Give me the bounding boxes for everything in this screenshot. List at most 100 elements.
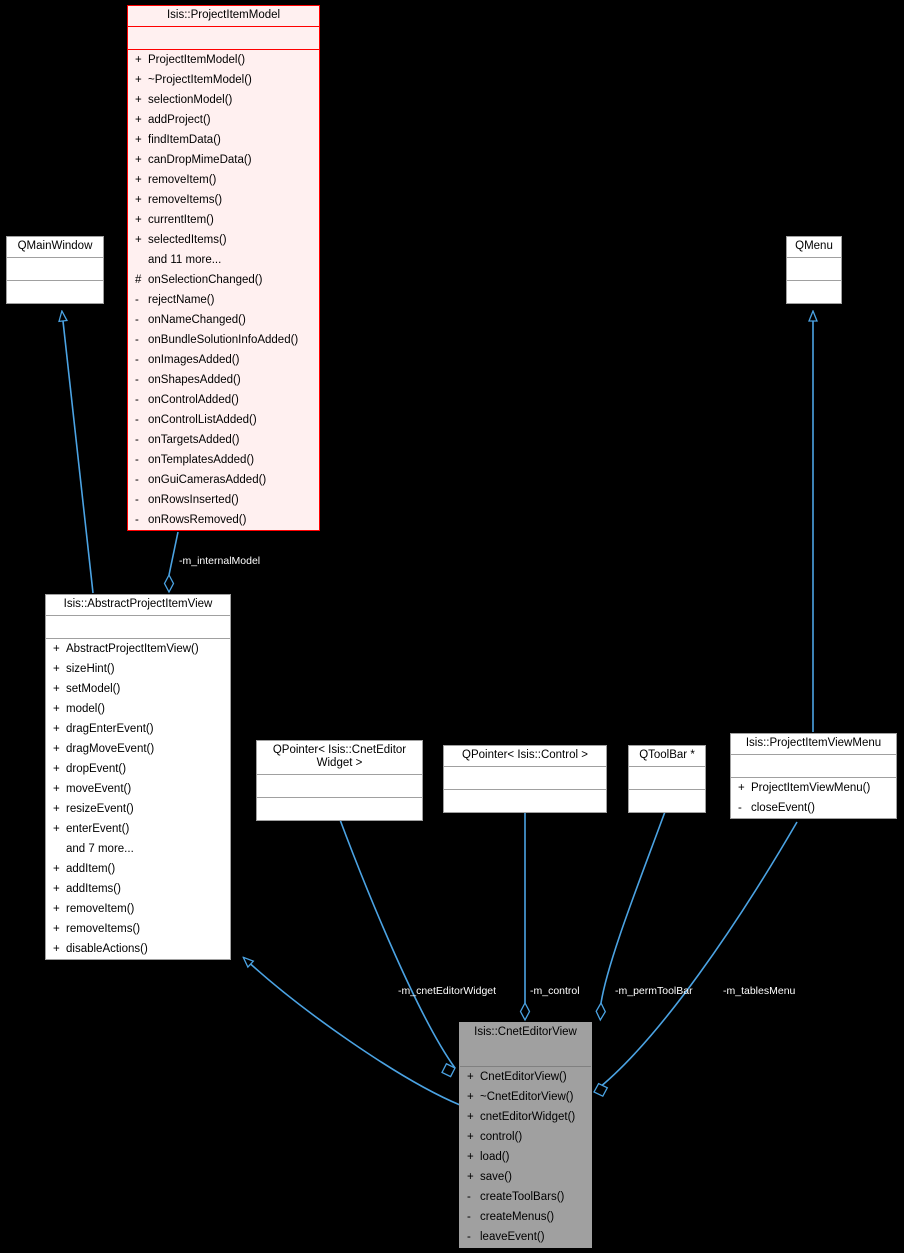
class-operation-row: - onTargetsAdded() [128,430,319,450]
edge-aggr-tables-menu [593,821,798,1098]
operation-name: cnetEditorWidget() [480,1111,576,1123]
edge-aggr-control [519,809,531,1022]
class-operation-row: and 7 more... [46,839,230,859]
class-operation-row: - onRowsInserted() [128,490,319,510]
class-operations-cnet-editor-view: + CnetEditorView() + ~CnetEditorView() + cnet… [460,1067,591,1247]
class-operation-row: + resizeEvent() [46,799,230,819]
operation-name: and 7 more... [66,843,134,855]
class-node-qmainwindow[interactable]: QMainWindow [6,236,104,304]
operation-visibility: - [135,354,139,366]
class-node-qmenu[interactable]: QMenu [786,236,842,304]
operation-name: selectedItems() [148,234,227,246]
operation-name: moveEvent() [66,783,132,795]
edge-inherit-abstract-project-item-view [244,958,461,1106]
operation-visibility: + [467,1151,474,1163]
operation-name: canDropMimeData() [148,154,252,166]
class-operation-row: - onRowsRemoved() [128,510,319,530]
operation-name: setModel() [66,683,121,695]
class-operation-row: + selectionModel() [128,90,319,110]
edge-aggr-cnet-editor-widget [338,816,456,1078]
operation-name: onTargetsAdded() [148,434,240,446]
operation-name: control() [480,1131,523,1143]
class-operation-row: + ~CnetEditorView() [460,1087,591,1107]
operation-name: createMenus() [480,1211,555,1223]
operation-visibility: + [53,943,60,955]
uml-class-diagram: Isis::ProjectItemModel + ProjectItemModel… [0,0,904,1253]
operation-visibility: + [135,174,142,186]
operation-visibility: + [53,763,60,775]
operation-visibility: + [467,1131,474,1143]
operation-visibility: + [53,903,60,915]
operation-visibility: + [467,1111,474,1123]
class-title-cnet-editor-view: Isis::CnetEditorView [460,1023,591,1044]
operation-visibility [53,839,66,859]
operation-visibility: - [135,514,139,526]
operation-visibility: + [53,663,60,675]
operation-visibility: + [53,703,60,715]
operation-visibility: - [738,802,742,814]
class-operation-row: - onBundleSolutionInfoAdded() [128,330,319,350]
class-operation-row: + ProjectItemModel() [128,50,319,70]
operation-name: dragEnterEvent() [66,723,154,735]
class-node-qpointer-cneteditorwidget[interactable]: QPointer< Isis::CnetEditor Widget > [256,740,423,821]
operation-name: ~CnetEditorView() [480,1091,574,1103]
operation-name: findItemData() [148,134,221,146]
class-node-cnet-editor-view[interactable]: Isis::CnetEditorView + CnetEditorView() + ~… [459,1022,592,1248]
operation-name: CnetEditorView() [480,1071,567,1083]
operation-name: disableActions() [66,943,148,955]
operation-name: enterEvent() [66,823,130,835]
operation-name: rejectName() [148,294,215,306]
class-operation-row: + removeItem() [128,170,319,190]
class-node-qtoolbar[interactable]: QToolBar * [628,745,706,813]
class-node-abstract-project-item-view[interactable]: Isis::AbstractProjectItemView + AbstractP… [45,594,231,960]
class-operation-row: - onShapesAdded() [128,370,319,390]
operation-name: AbstractProjectItemView() [66,643,199,655]
operation-name: dropEvent() [66,763,127,775]
class-attributes-qtoolbar [629,767,705,790]
class-operation-row: + dragMoveEvent() [46,739,230,759]
operation-name: leaveEvent() [480,1231,545,1243]
operation-name: onControlAdded() [148,394,239,406]
operation-visibility: - [135,294,139,306]
operation-visibility: + [53,823,60,835]
class-operation-row: - onControlListAdded() [128,410,319,430]
class-node-project-item-model[interactable]: Isis::ProjectItemModel + ProjectItemModel… [127,5,320,531]
operation-name: onBundleSolutionInfoAdded() [148,334,299,346]
class-operation-row: + model() [46,699,230,719]
class-operations-project-item-model: + ProjectItemModel() + ~ProjectItemModel() +… [128,50,319,530]
operation-name: resizeEvent() [66,803,134,815]
class-operation-row: - closeEvent() [731,798,896,818]
class-title-project-item-model: Isis::ProjectItemModel [128,6,319,27]
operation-visibility: - [135,454,139,466]
class-operation-row: + removeItems() [128,190,319,210]
operation-visibility: + [53,863,60,875]
operation-name: createToolBars() [480,1191,565,1203]
operation-visibility: - [135,414,139,426]
class-operation-row: - createMenus() [460,1207,591,1227]
operation-name: model() [66,703,105,715]
class-attributes-qmainwindow [7,258,103,281]
operation-name: onGuiCamerasAdded() [148,474,267,486]
class-operation-row: + enterEvent() [46,819,230,839]
operation-visibility: - [467,1191,471,1203]
operation-name: onRowsInserted() [148,494,239,506]
class-operation-row: + dropEvent() [46,759,230,779]
operation-visibility: + [135,94,142,106]
class-operation-row: - leaveEvent() [460,1227,591,1247]
operation-name: removeItems() [148,194,223,206]
class-operation-row: + dragEnterEvent() [46,719,230,739]
operation-visibility: - [135,434,139,446]
operation-name: onImagesAdded() [148,354,240,366]
operation-visibility: + [135,214,142,226]
operation-visibility: + [53,643,60,655]
class-attributes-qpointer-cneteditorwidget [257,775,422,798]
operation-visibility: - [135,314,139,326]
class-node-project-item-view-menu[interactable]: Isis::ProjectItemViewMenu + ProjectItemVi… [730,733,897,819]
operation-visibility: + [53,883,60,895]
operation-name: and 11 more... [148,254,222,266]
class-operation-row: + CnetEditorView() [460,1067,591,1087]
operation-visibility: - [135,394,139,406]
class-title-qmenu: QMenu [787,237,841,258]
class-node-qpointer-control[interactable]: QPointer< Isis::Control > [443,745,607,813]
operation-name: removeItem() [148,174,217,186]
